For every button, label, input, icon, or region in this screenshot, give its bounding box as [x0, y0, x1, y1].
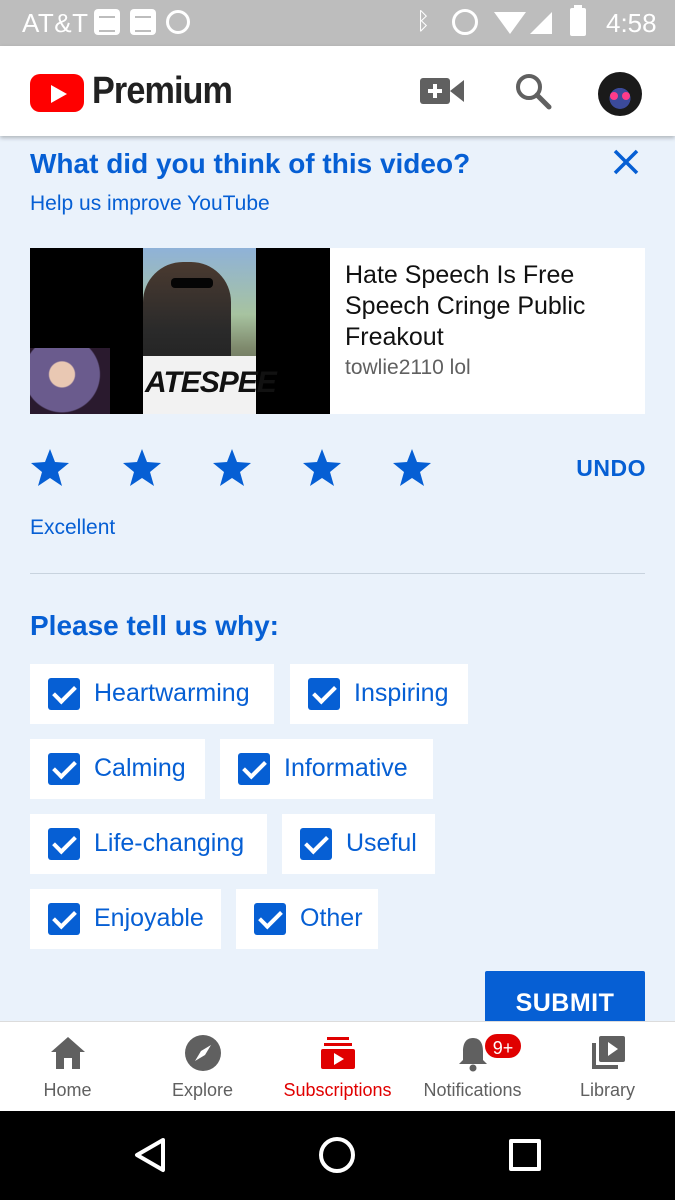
back-icon[interactable] [133, 1137, 169, 1173]
reason-checkbox-calming[interactable]: Calming [30, 739, 205, 799]
chat-icon [166, 10, 190, 34]
app-bar: Premium [0, 46, 675, 136]
thumbnail-sign-text: ATESPEE [145, 366, 277, 399]
reason-checkbox-other[interactable]: Other [236, 889, 378, 949]
divider [30, 573, 645, 574]
checkbox-checked-icon[interactable] [308, 678, 340, 710]
subscriptions-icon [321, 1037, 355, 1069]
nav-item-library[interactable]: Library [540, 1022, 675, 1112]
close-icon[interactable] [610, 146, 642, 178]
checkbox-checked-icon[interactable] [48, 753, 80, 785]
nav-item-home[interactable]: Home [0, 1022, 135, 1112]
reason-label: Calming [94, 754, 186, 782]
notification-icon [130, 9, 156, 35]
star-icon[interactable] [302, 448, 342, 488]
library-icon [592, 1036, 625, 1069]
home-circle-icon[interactable] [319, 1137, 355, 1173]
checkbox-checked-icon[interactable] [48, 678, 80, 710]
reason-checkbox-inspiring[interactable]: Inspiring [290, 664, 468, 724]
signal-icon [530, 12, 552, 34]
reason-label: Other [300, 904, 363, 932]
search-icon[interactable] [514, 72, 552, 110]
wifi-icon [494, 12, 526, 34]
nav-item-notifications[interactable]: 9+ Notifications [405, 1022, 540, 1112]
nav-item-explore[interactable]: Explore [135, 1022, 270, 1112]
battery-icon [570, 5, 586, 36]
star-icon[interactable] [122, 448, 162, 488]
home-icon [51, 1037, 85, 1069]
system-navigation-bar [0, 1111, 675, 1200]
rating-label: Excellent [30, 516, 116, 539]
recents-icon[interactable] [509, 1139, 541, 1171]
reason-label: Inspiring [354, 679, 449, 707]
bottom-nav: Home Explore Subscriptions 9+ Notificati… [0, 1021, 675, 1111]
nav-label: Subscriptions [283, 1080, 392, 1100]
reason-checkbox-enjoyable[interactable]: Enjoyable [30, 889, 221, 949]
avatar[interactable] [598, 72, 642, 116]
star-icon[interactable] [212, 448, 252, 488]
clock: 4:58 [606, 8, 657, 38]
nav-label: Home [43, 1080, 92, 1100]
checkbox-checked-icon[interactable] [300, 828, 332, 860]
video-title: Hate Speech Is Free Speech Cringe Public… [345, 261, 586, 351]
checkbox-checked-icon[interactable] [254, 903, 286, 935]
checkbox-checked-icon[interactable] [48, 903, 80, 935]
video-card[interactable]: ATESPEE Hate Speech Is Free Speech Cring… [30, 248, 645, 414]
why-title: Please tell us why: [30, 610, 279, 641]
reason-label: Enjoyable [94, 904, 204, 932]
youtube-logo-icon[interactable] [30, 74, 84, 112]
reason-checkbox-informative[interactable]: Informative [220, 739, 433, 799]
checkbox-checked-icon[interactable] [48, 828, 80, 860]
carrier-label: AT&T [22, 8, 89, 38]
nav-label: Explore [171, 1080, 234, 1100]
notification-icon [94, 9, 120, 35]
star-icon[interactable] [30, 448, 70, 488]
brand-title[interactable]: Premium [92, 70, 233, 113]
compass-icon [185, 1035, 221, 1071]
reason-label: Useful [346, 829, 417, 857]
video-thumbnail[interactable]: ATESPEE [30, 248, 330, 414]
reason-label: Life-changing [94, 829, 245, 857]
undo-button[interactable]: UNDO [560, 455, 646, 482]
video-channel: towlie2110 lol [345, 356, 471, 379]
nav-item-subscriptions[interactable]: Subscriptions [270, 1022, 405, 1112]
alarm-icon [452, 9, 478, 35]
survey-subtitle: Help us improve YouTube [30, 192, 270, 215]
reason-checkbox-heartwarming[interactable]: Heartwarming [30, 664, 274, 724]
survey-title: What did you think of this video? [30, 148, 471, 179]
reason-label: Informative [284, 754, 408, 782]
reason-label: Heartwarming [94, 679, 250, 707]
reason-checkbox-life-changing[interactable]: Life-changing [30, 814, 267, 874]
status-bar: AT&T ᛒ 4:58 [0, 0, 675, 46]
notification-badge: 9+ [483, 1032, 523, 1060]
add-video-icon[interactable] [420, 76, 464, 106]
bluetooth-icon: ᛒ [416, 8, 431, 35]
nav-label: Library [579, 1080, 636, 1100]
thumbnail-inset [30, 348, 110, 414]
star-icon[interactable] [392, 448, 432, 488]
nav-label: Notifications [423, 1080, 522, 1100]
reason-checkbox-useful[interactable]: Useful [282, 814, 435, 874]
checkbox-checked-icon[interactable] [238, 753, 270, 785]
